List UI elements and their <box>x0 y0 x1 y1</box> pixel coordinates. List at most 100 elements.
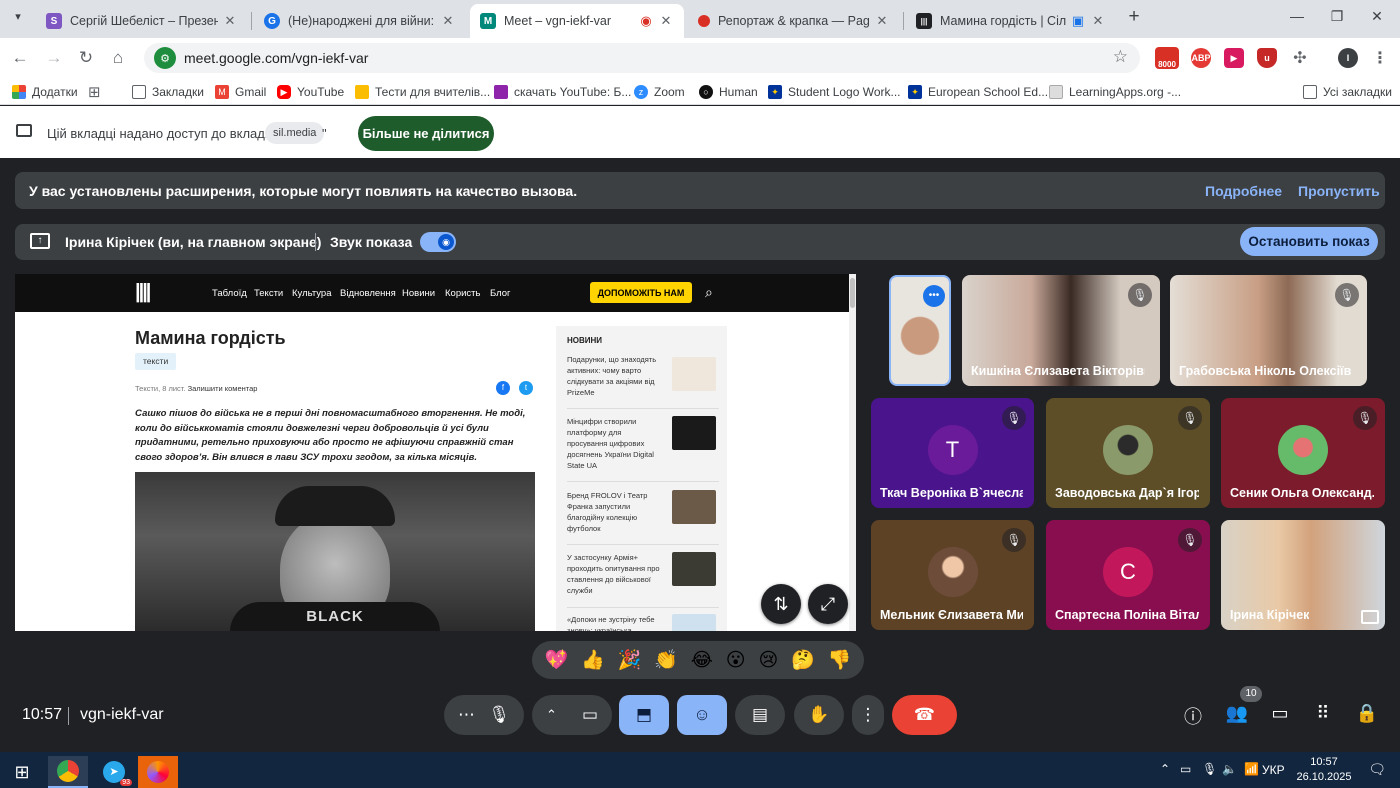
home-icon[interactable]: ⌂ <box>106 46 130 70</box>
close-icon[interactable]: ✕ <box>658 13 674 29</box>
all-bookmarks[interactable]: Усі закладки <box>1303 82 1392 102</box>
learn-more-link[interactable]: Подробнее <box>1205 183 1282 199</box>
firefox-taskbar-icon[interactable] <box>138 756 178 788</box>
presentation-audio-toggle[interactable]: ◉ <box>420 232 456 252</box>
participant-tile[interactable]: 🎙 T Ткач Вероніка В`ячесла... <box>871 398 1034 508</box>
participant-tile[interactable]: 🎙 C Спартесна Поліна Вітал... <box>1046 520 1210 630</box>
camera-icon: ▭ <box>581 705 598 724</box>
more-options-icon[interactable]: ⋯ <box>458 705 475 725</box>
browser-tab[interactable]: ||| Мамина гордість | Сіль Ме ▣ ✕ <box>906 4 1116 38</box>
camera-button[interactable]: ⌃ ▭ <box>532 695 612 735</box>
chrome-taskbar-icon[interactable] <box>48 756 88 788</box>
mic-button[interactable]: ⋯ 🎙 <box>444 695 524 735</box>
bookmark-zoom[interactable]: z Zoom <box>634 82 685 102</box>
speaker-icon: ◉ <box>438 234 454 250</box>
minimize-icon[interactable]: — <box>1282 8 1312 24</box>
close-icon[interactable]: ✕ <box>440 13 456 29</box>
volume-icon[interactable]: 🔈 <box>1222 762 1237 776</box>
bookmark-youtube[interactable]: ▶ YouTube <box>277 82 344 102</box>
gmail-icon: M <box>215 85 229 99</box>
bookmark-learningapps[interactable]: LearningApps.org -... <box>1049 82 1181 102</box>
reaction-thumbs-down-icon[interactable]: 👎 <box>828 648 852 672</box>
bookmark-folder[interactable]: Закладки <box>132 82 204 102</box>
adblock-extension-icon[interactable]: ABP <box>1191 48 1211 68</box>
reactions-button[interactable]: ☺ <box>677 695 727 735</box>
more-options-button[interactable]: ⋮ <box>852 695 884 735</box>
chat-icon[interactable]: ▭ <box>1267 703 1293 727</box>
reaction-heart-icon[interactable]: 💖 <box>544 648 568 672</box>
reload-icon[interactable]: ↻ <box>74 46 98 70</box>
start-windows-icon[interactable]: ⊞ <box>2 756 42 788</box>
window-close-icon[interactable]: ✕ <box>1362 8 1392 25</box>
host-controls-icon[interactable]: 🔒 <box>1354 703 1380 727</box>
reaction-thinking-icon[interactable]: 🤔 <box>791 648 815 672</box>
forward-icon[interactable]: → <box>42 46 66 70</box>
extensions-puzzle-icon[interactable]: ✣ <box>1290 48 1310 68</box>
meeting-info-icon[interactable]: ⓘ <box>1180 703 1206 727</box>
participant-tile[interactable]: 🎙 Мельник Єлизавета Ми... <box>871 520 1034 630</box>
participant-tile-self[interactable]: Ірина Кірічек <box>1221 520 1385 630</box>
tab-search-button[interactable]: ▾ <box>10 10 26 26</box>
raise-hand-button[interactable]: ✋ <box>794 695 844 735</box>
close-icon[interactable]: ✕ <box>874 13 890 29</box>
dismiss-warning-link[interactable]: Пропустить <box>1298 183 1380 199</box>
taskbar-clock[interactable]: 10:57 26.10.2025 <box>1292 755 1356 785</box>
video-extension-icon[interactable]: ▶ <box>1224 48 1244 68</box>
people-icon[interactable]: 👥 <box>1224 703 1250 727</box>
site-info-icon[interactable]: ⚙ <box>154 47 176 69</box>
pip-icon[interactable] <box>1361 610 1379 624</box>
tab-groups-icon[interactable]: ⊞ <box>88 82 101 102</box>
stop-sharing-button[interactable]: Більше не ділитися <box>358 116 494 151</box>
participant-tile[interactable]: 🎙 Кишкіна Єлизавета Вікторівна <box>962 275 1160 386</box>
close-icon[interactable]: ✕ <box>222 13 238 29</box>
gmail-notifier-extension-icon[interactable]: 8000 <box>1155 47 1179 69</box>
telegram-taskbar-icon[interactable]: ➤ 93 <box>94 756 134 788</box>
new-tab-button[interactable]: + <box>1124 6 1144 28</box>
reaction-clap-icon[interactable]: 👏 <box>654 648 678 672</box>
ublock-extension-icon[interactable]: u <box>1257 48 1277 68</box>
leave-call-button[interactable]: ☎ <box>892 695 957 735</box>
bookmark-youtube-download[interactable]: скачать YouTube: Б... <box>494 82 631 102</box>
swap-layout-button[interactable]: ⇅ <box>761 584 801 624</box>
reaction-thumbs-up-icon[interactable]: 👍 <box>581 648 605 672</box>
language-indicator[interactable]: УКР <box>1262 763 1285 777</box>
bookmark-star-icon[interactable]: ☆ <box>1113 47 1128 67</box>
participant-tile[interactable]: 🎙 Сеник Ольга Олександ... <box>1221 398 1385 508</box>
wifi-icon[interactable]: 📶 <box>1244 762 1259 776</box>
address-bar[interactable]: ⚙ meet.google.com/vgn-iekf-var ☆ <box>144 43 1140 73</box>
present-button[interactable]: ⬒ <box>619 695 669 735</box>
stop-presenting-button[interactable]: Остановить показ <box>1240 227 1378 256</box>
chevron-up-icon[interactable]: ⌃ <box>546 707 557 723</box>
chevron-up-icon[interactable]: ⌃ <box>1160 762 1170 776</box>
reaction-laugh-icon[interactable]: 😂 <box>691 649 713 672</box>
browser-tab[interactable]: Репортаж & крапка — Page 4 ✕ <box>688 4 900 38</box>
fullscreen-button[interactable]: ⤢ <box>808 584 848 624</box>
participant-tile[interactable]: 🎙 Грабовська Ніколь Олексіївна <box>1170 275 1367 386</box>
bookmark-european-school[interactable]: ✦ European School Ed... <box>908 82 1048 102</box>
meet-icon: M <box>480 13 496 29</box>
browser-tab[interactable]: S Сергій Шебеліст – Презентація ✕ <box>36 4 248 38</box>
bookmark-human[interactable]: ○ Human <box>699 82 758 102</box>
maximize-icon[interactable]: ❐ <box>1322 8 1352 25</box>
participant-tile-self-small[interactable]: ••• <box>889 275 951 386</box>
bookmark-gmail[interactable]: M Gmail <box>215 82 266 102</box>
mic-icon: 🎙 <box>488 705 510 724</box>
reaction-sad-icon[interactable]: 😢 <box>758 649 778 672</box>
bookmark-tests[interactable]: Тести для вчителів... <box>355 82 490 102</box>
battery-icon[interactable]: ▭ <box>1180 762 1191 776</box>
participant-tile[interactable]: 🎙 Заводовська Дар`я Ігор... <box>1046 398 1210 508</box>
close-icon[interactable]: ✕ <box>1090 13 1106 29</box>
notifications-icon[interactable]: 🗨 <box>1368 761 1386 778</box>
bookmark-student-logo[interactable]: ✦ Student Logo Work... <box>768 82 901 102</box>
browser-tab[interactable]: G (Не)народжені для війни: у По ✕ <box>254 4 466 38</box>
captions-button[interactable]: ▤ <box>735 695 785 735</box>
activities-icon[interactable]: ⠿ <box>1310 703 1336 727</box>
reaction-party-icon[interactable]: 🎉 <box>618 648 642 672</box>
microphone-icon[interactable]: 🎙 <box>1202 762 1217 776</box>
chrome-menu-icon[interactable]: ⋮ <box>1370 48 1390 68</box>
browser-tab-active[interactable]: M Meet – vgn-iekf-var ◉ ✕ <box>470 4 684 38</box>
bookmark-apps[interactable]: Додатки <box>12 82 78 102</box>
profile-avatar[interactable]: I <box>1338 48 1358 68</box>
back-icon[interactable]: ← <box>8 46 32 70</box>
reaction-surprised-icon[interactable]: 😮 <box>726 649 746 672</box>
